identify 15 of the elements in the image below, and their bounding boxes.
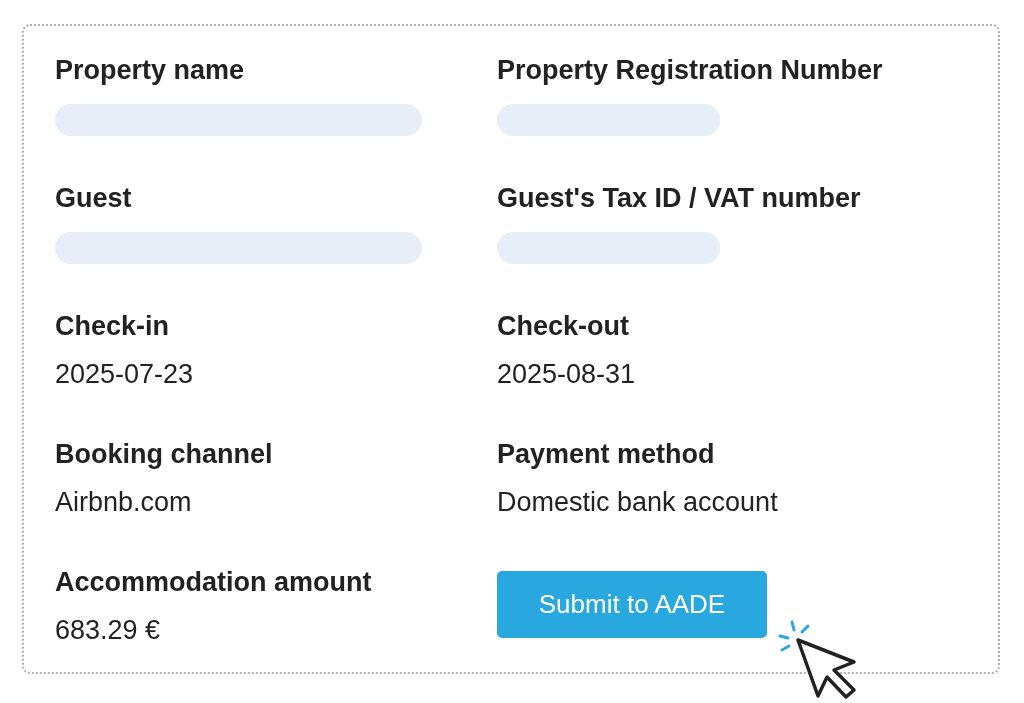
field-label: Check-in	[55, 310, 171, 343]
field-label: Guest	[55, 182, 133, 215]
field-label: Guest's Tax ID / VAT number	[497, 182, 862, 215]
field-label: Check-out	[497, 310, 630, 343]
field-label: Payment method	[497, 438, 716, 471]
field-label: Property Registration Number	[497, 54, 884, 87]
submit-button[interactable]: Submit to AADE	[497, 571, 767, 638]
field-value: Domestic bank account	[497, 486, 779, 519]
field-value: Airbnb.com	[55, 486, 193, 519]
field-label: Property name	[55, 54, 246, 87]
field-value: 2025-08-31	[497, 358, 637, 391]
field-value: 2025-07-23	[55, 358, 195, 391]
field-label: Accommodation amount	[55, 566, 373, 599]
field-label: Booking channel	[55, 438, 274, 471]
field-value: 683.29 €	[55, 614, 162, 647]
